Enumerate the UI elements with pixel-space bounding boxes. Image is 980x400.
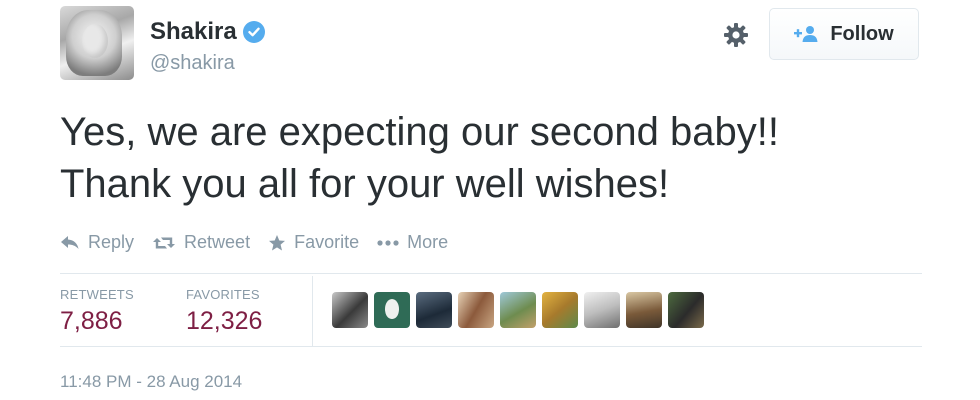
retweets-count: 7,886	[60, 307, 123, 335]
author-name-row: Shakira	[150, 18, 265, 46]
favorites-stat-label: FAVORITES	[186, 287, 260, 302]
tweet-actions: Reply Retweet Favorite More	[60, 232, 466, 253]
divider-top	[60, 273, 922, 274]
author-avatar[interactable]	[60, 6, 134, 80]
favoriter-avatar[interactable]	[668, 292, 704, 328]
follow-button-label: Follow	[830, 22, 894, 45]
more-dots-icon	[377, 239, 399, 247]
more-label: More	[407, 232, 449, 252]
favoriter-avatar[interactable]	[416, 292, 452, 328]
favorite-button[interactable]: Favorite	[268, 232, 359, 253]
favoriter-avatar[interactable]	[584, 292, 620, 328]
favoriter-avatar[interactable]	[542, 292, 578, 328]
divider-bottom	[60, 346, 922, 347]
tweet-text-line-1: Yes, we are expecting our second baby!!	[60, 110, 779, 154]
favoriter-avatars	[332, 292, 710, 328]
reply-label: Reply	[88, 232, 135, 252]
favoriter-avatar[interactable]	[332, 292, 368, 328]
avatar-face	[82, 24, 108, 58]
retweet-label: Retweet	[184, 232, 251, 252]
author-handle[interactable]: @shakira	[150, 52, 235, 75]
favorites-stat[interactable]: FAVORITES 12,326	[186, 287, 262, 336]
tweet-timestamp[interactable]: 11:48 PM - 28 Aug 2014	[60, 372, 242, 392]
favoriter-avatar[interactable]	[626, 292, 662, 328]
favorite-label: Favorite	[294, 232, 360, 252]
tweet-text: Yes, we are expecting our second baby!! …	[60, 106, 940, 210]
favoriter-avatar[interactable]	[458, 292, 494, 328]
follow-person-icon	[794, 25, 820, 43]
retweet-button[interactable]: Retweet	[152, 232, 250, 253]
gear-icon[interactable]	[722, 21, 750, 49]
more-button[interactable]: More	[377, 232, 448, 253]
verified-badge-icon	[242, 21, 265, 43]
retweets-stat-label: RETWEETS	[60, 287, 134, 302]
star-icon	[268, 234, 286, 252]
favoriter-avatar-default-egg[interactable]	[374, 292, 410, 328]
retweet-icon	[152, 235, 176, 251]
stats-divider	[312, 276, 313, 346]
favorites-count: 12,326	[186, 307, 263, 335]
follow-button[interactable]: Follow	[769, 8, 919, 60]
tweet-text-line-2: Thank you all for your well wishes!	[60, 162, 670, 206]
reply-icon	[60, 235, 80, 251]
retweets-stat[interactable]: RETWEETS 7,886	[60, 287, 134, 336]
favoriter-avatar[interactable]	[500, 292, 536, 328]
author-display-name[interactable]: Shakira	[150, 18, 237, 46]
reply-button[interactable]: Reply	[60, 232, 134, 253]
